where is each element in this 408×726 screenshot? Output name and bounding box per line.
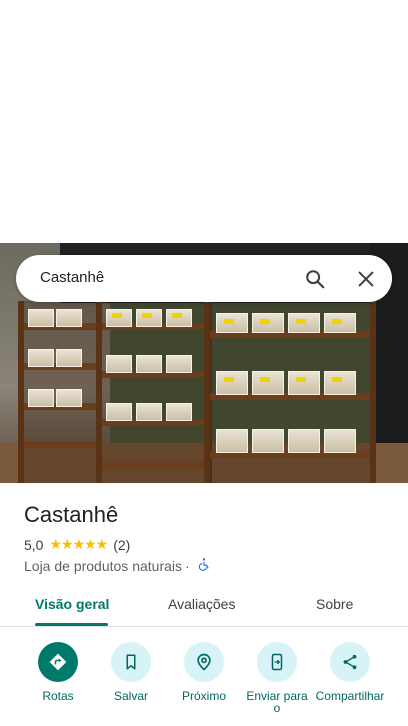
category-row: Loja de produtos naturais ·: [24, 557, 211, 574]
shelf-unit: [96, 301, 212, 483]
close-icon[interactable]: [355, 268, 377, 290]
search-bar[interactable]: Castanhê: [16, 255, 392, 302]
wheelchair-accessible-icon: [197, 557, 211, 574]
send-to-phone-label: Enviar para o: [246, 689, 308, 715]
search-icon[interactable]: [304, 268, 326, 290]
shelf-unit: [204, 301, 376, 483]
tab-divider: [0, 626, 408, 627]
place-category: Loja de produtos naturais: [24, 557, 182, 574]
bookmark-icon[interactable]: [111, 642, 151, 682]
shelf-unit: [18, 301, 102, 483]
tab-overview[interactable]: Visão geral: [35, 596, 109, 612]
directions-label: Rotas: [42, 689, 74, 703]
search-query[interactable]: Castanhê: [40, 269, 104, 286]
rating-row[interactable]: 5,0 ★★★★★ (2): [24, 536, 130, 553]
tab-about[interactable]: Sobre: [316, 596, 353, 612]
directions-icon[interactable]: [38, 642, 78, 682]
review-count[interactable]: (2): [113, 537, 130, 553]
rating-value: 5,0: [24, 536, 44, 553]
map-blank-area: [0, 0, 408, 243]
separator: ·: [185, 557, 190, 574]
directions-button[interactable]: Rotas: [18, 642, 98, 702]
share-label: Compartilhar: [315, 689, 385, 703]
save-button[interactable]: Salvar: [91, 642, 171, 702]
place-title: Castanhê: [24, 502, 119, 527]
share-icon[interactable]: [330, 642, 370, 682]
nearby-label: Próximo: [181, 689, 226, 703]
save-label: Salvar: [113, 689, 148, 703]
send-to-phone-button[interactable]: Enviar para o: [237, 642, 317, 714]
share-button[interactable]: Compartilhar: [310, 642, 390, 702]
nearby-icon[interactable]: [184, 642, 224, 682]
send-to-phone-icon[interactable]: [257, 642, 297, 682]
nearby-button[interactable]: Próximo: [164, 642, 244, 702]
tab-reviews[interactable]: Avaliações: [168, 596, 235, 612]
star-rating-icon: ★★★★★: [49, 536, 108, 552]
